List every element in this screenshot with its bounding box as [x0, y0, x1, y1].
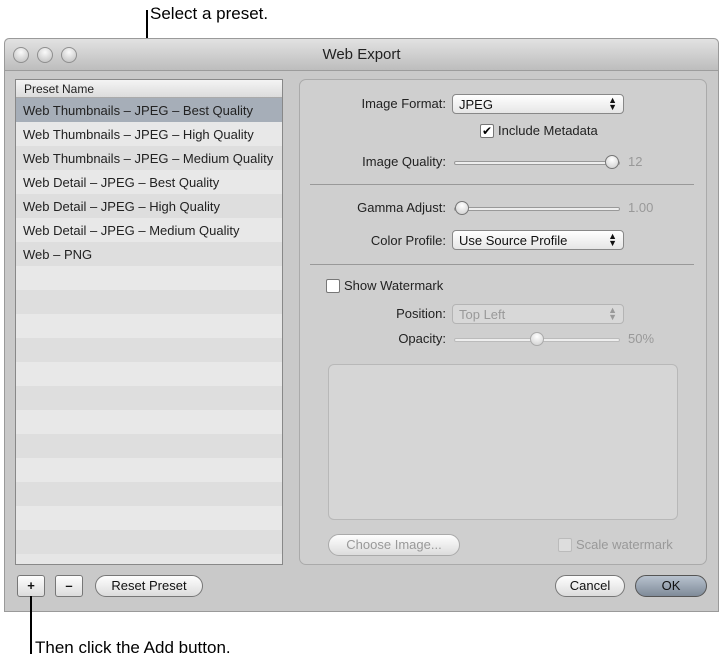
image-quality-value: 12 — [628, 154, 643, 169]
divider — [310, 264, 694, 265]
empty-row — [16, 506, 282, 530]
empty-row — [16, 290, 282, 314]
position-value: Top Left — [459, 307, 506, 322]
popup-arrows-icon: ▲ ▼ — [608, 231, 617, 248]
preset-name-column-header[interactable]: Preset Name — [16, 80, 282, 98]
callout-add-button: Then click the Add button. — [35, 638, 231, 657]
cancel-button[interactable]: Cancel — [555, 575, 625, 597]
reset-preset-button[interactable]: Reset Preset — [95, 575, 203, 597]
preset-list-item[interactable]: Web Detail – JPEG – Medium Quality — [16, 218, 282, 242]
empty-row — [16, 362, 282, 386]
empty-row — [16, 434, 282, 458]
slider-knob[interactable] — [530, 332, 544, 346]
popup-arrows-icon: ▲ ▼ — [608, 305, 617, 322]
scale-watermark-label: Scale watermark — [576, 537, 673, 552]
gamma-adjust-label: Gamma Adjust: — [357, 200, 446, 215]
empty-row — [16, 482, 282, 506]
window-title: Web Export — [322, 46, 401, 63]
preset-list-item[interactable]: Web Detail – JPEG – Best Quality — [16, 170, 282, 194]
image-format-label: Image Format: — [361, 96, 446, 111]
remove-preset-button[interactable]: – — [55, 575, 83, 597]
callout-select-preset: Select a preset. — [150, 4, 269, 23]
empty-row — [16, 458, 282, 482]
callout-line — [30, 596, 32, 654]
opacity-label: Opacity: — [398, 331, 446, 346]
scale-watermark-checkbox[interactable] — [558, 538, 572, 552]
image-format-popup[interactable]: JPEG ▲ ▼ — [452, 94, 624, 114]
empty-row — [16, 314, 282, 338]
ok-button[interactable]: OK — [635, 575, 707, 597]
position-popup[interactable]: Top Left ▲ ▼ — [452, 304, 624, 324]
opacity-slider[interactable] — [454, 332, 620, 346]
settings-panel: Image Format: JPEG ▲ ▼ ✔ Include Metadata … — [299, 79, 707, 565]
slider-knob[interactable] — [605, 155, 619, 169]
preset-list-item[interactable]: Web Detail – JPEG – High Quality — [16, 194, 282, 218]
empty-row — [16, 266, 282, 290]
empty-row — [16, 410, 282, 434]
position-label: Position: — [396, 306, 446, 321]
show-watermark-label: Show Watermark — [344, 278, 444, 293]
popup-arrows-icon: ▲ ▼ — [608, 95, 617, 112]
divider — [310, 184, 694, 185]
web-export-window: Web Export Preset Name Web Thumbnails – … — [4, 38, 719, 612]
preset-list[interactable]: Preset Name Web Thumbnails – JPEG – Best… — [15, 79, 283, 565]
empty-row — [16, 530, 282, 554]
image-quality-label: Image Quality: — [362, 154, 446, 169]
include-metadata-label: Include Metadata — [498, 123, 598, 138]
color-profile-label: Color Profile: — [370, 233, 446, 248]
gamma-adjust-slider[interactable] — [454, 201, 620, 215]
color-profile-value: Use Source Profile — [459, 233, 568, 248]
preset-list-item[interactable]: Web Thumbnails – JPEG – High Quality — [16, 122, 282, 146]
add-preset-button[interactable]: + — [17, 575, 45, 597]
opacity-value: 50% — [628, 331, 655, 346]
color-profile-popup[interactable]: Use Source Profile ▲ ▼ — [452, 230, 624, 250]
preset-list-item[interactable]: Web Thumbnails – JPEG – Best Quality — [16, 98, 282, 122]
empty-row — [16, 386, 282, 410]
include-metadata-checkbox[interactable]: ✔ — [480, 124, 494, 138]
choose-image-button[interactable]: Choose Image... — [328, 534, 460, 556]
empty-row — [16, 338, 282, 362]
title-bar: Web Export — [5, 39, 718, 71]
preset-list-item[interactable]: Web Thumbnails – JPEG – Medium Quality — [16, 146, 282, 170]
checkmark-icon: ✔ — [481, 124, 493, 138]
slider-knob[interactable] — [455, 201, 469, 215]
gamma-value: 1.00 — [628, 200, 654, 215]
show-watermark-checkbox[interactable] — [326, 279, 340, 293]
image-quality-slider[interactable] — [454, 155, 620, 169]
watermark-image-well[interactable] — [328, 364, 678, 520]
preset-list-item[interactable]: Web – PNG — [16, 242, 282, 266]
image-format-value: JPEG — [459, 97, 493, 112]
